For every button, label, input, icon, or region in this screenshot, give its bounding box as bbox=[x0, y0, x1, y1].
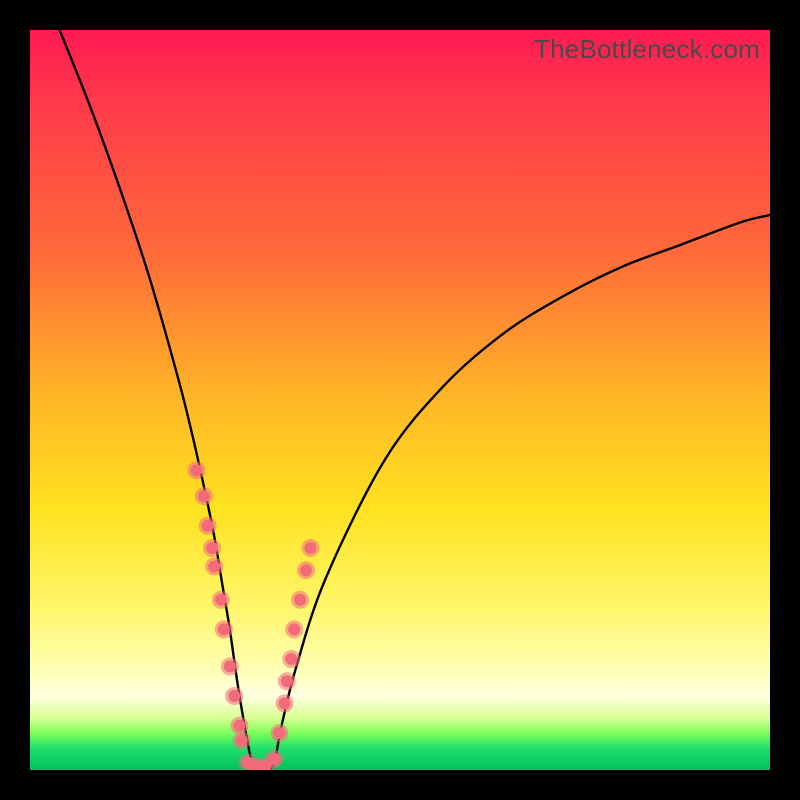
sample-point-core bbox=[198, 490, 210, 502]
sample-point-core bbox=[304, 542, 316, 554]
sample-point-core bbox=[206, 542, 218, 554]
sample-point-core bbox=[288, 623, 300, 635]
sample-point-core bbox=[281, 675, 293, 687]
sample-point-core bbox=[294, 594, 306, 606]
sample-point-core bbox=[285, 653, 297, 665]
plot-area: TheBottleneck.com bbox=[30, 30, 770, 770]
sample-point-core bbox=[191, 464, 203, 476]
sample-point-core bbox=[215, 594, 227, 606]
sample-point-core bbox=[228, 690, 240, 702]
sample-point-core bbox=[202, 520, 214, 532]
bottleneck-curve bbox=[60, 30, 770, 770]
sample-point-core bbox=[233, 720, 245, 732]
sample-point-core bbox=[208, 561, 220, 573]
sample-point-core bbox=[279, 697, 291, 709]
sample-point-core bbox=[268, 753, 280, 765]
sample-point-core bbox=[300, 564, 312, 576]
sample-point-core bbox=[273, 727, 285, 739]
sample-point-core bbox=[236, 734, 248, 746]
chart-frame: TheBottleneck.com bbox=[0, 0, 800, 800]
curve-layer bbox=[30, 30, 770, 770]
sample-point-core bbox=[218, 623, 230, 635]
sample-point-core bbox=[224, 660, 236, 672]
